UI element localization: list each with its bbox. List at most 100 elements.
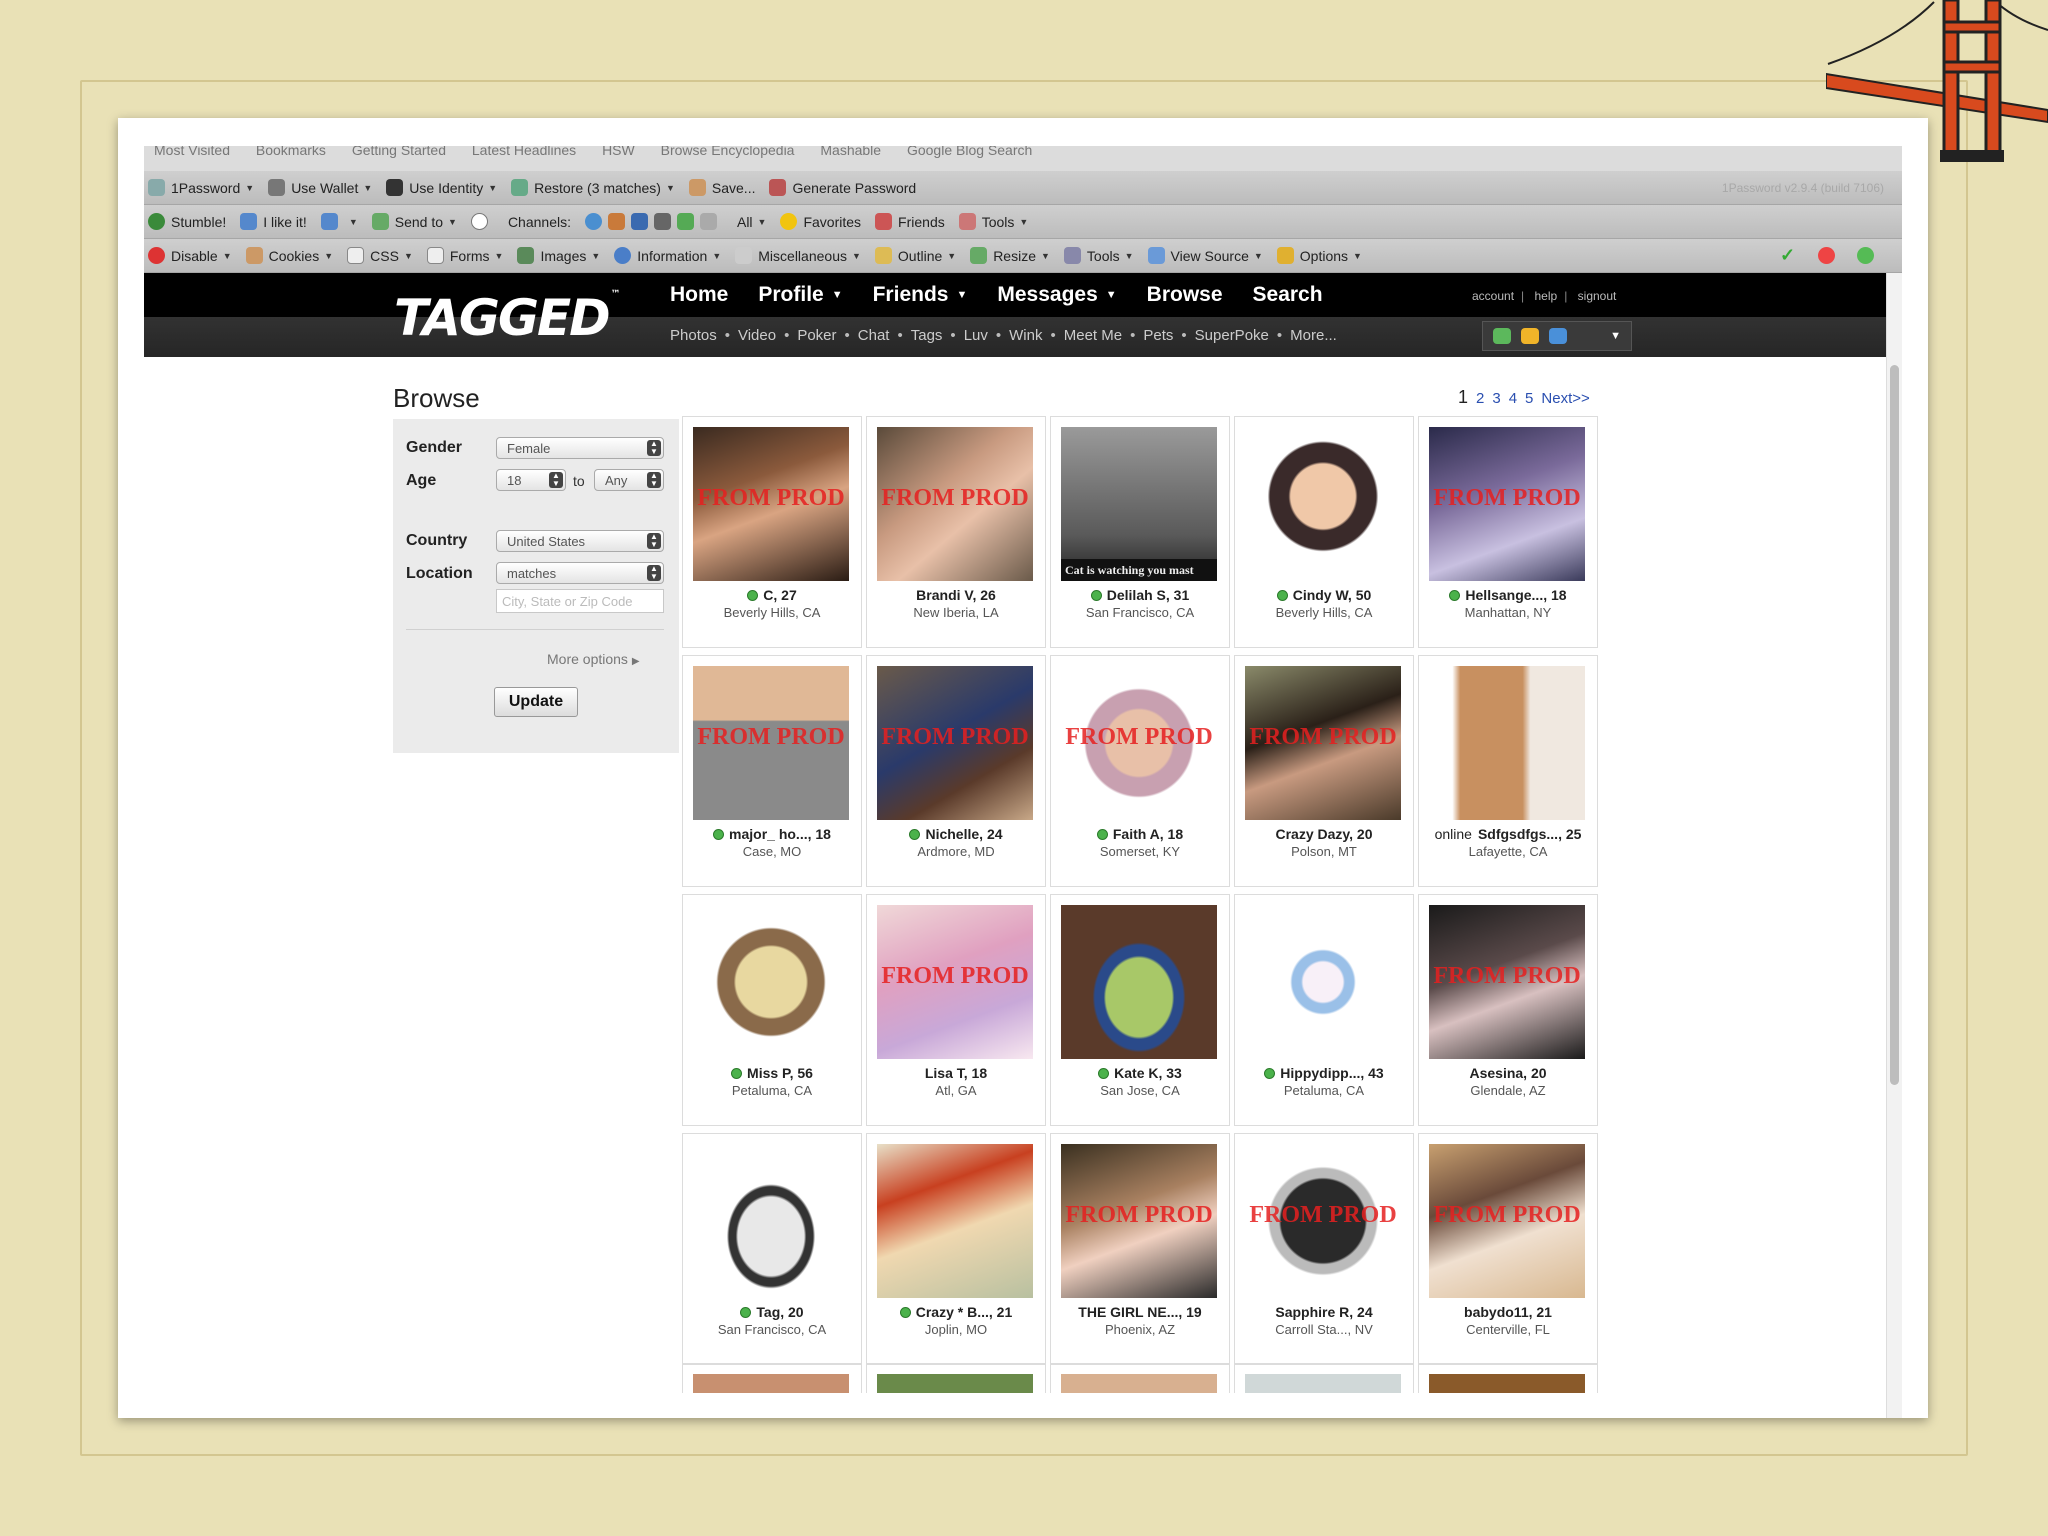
channel-icons[interactable] <box>584 213 723 230</box>
profile-card[interactable]: Cat is watching you mast Delilah S, 31 San… <box>1050 416 1230 648</box>
wd-view-source-menu[interactable]: View Source ▼ <box>1147 247 1263 264</box>
nav-search[interactable]: Search <box>1253 283 1323 307</box>
profile-photo[interactable] <box>877 1144 1033 1298</box>
photo-icon[interactable] <box>630 213 648 230</box>
profile-photo[interactable]: FROM PROD <box>1429 1144 1585 1298</box>
update-button[interactable]: Update <box>494 687 578 717</box>
profile-card[interactable] <box>1050 1363 1230 1393</box>
restore-button[interactable]: Restore (3 matches) ▼ <box>511 179 675 196</box>
profile-name[interactable]: Faith A, 18 <box>1051 826 1229 842</box>
profile-card[interactable]: FROM PROD Hellsange..., 18 Manhattan, NY <box>1418 416 1598 648</box>
profile-name[interactable]: Tag, 20 <box>683 1304 861 1320</box>
location-input[interactable]: City, State or Zip Code <box>496 589 664 613</box>
wd-disable-menu[interactable]: Disable ▼ <box>148 247 232 264</box>
page-link-3[interactable]: 3 <box>1492 390 1500 407</box>
profile-card[interactable]: FROM PROD Faith A, 18 Somerset, KY <box>1050 655 1230 887</box>
profile-card[interactable]: FROM PROD Asesina, 20 Glendale, AZ <box>1418 894 1598 1126</box>
profile-photo[interactable] <box>1429 666 1585 820</box>
profile-name[interactable]: Delilah S, 31 <box>1051 587 1229 603</box>
bookmark-item[interactable]: Getting Started <box>352 146 446 158</box>
use-wallet-button[interactable]: Use Wallet ▼ <box>268 179 372 196</box>
profile-photo[interactable]: Cat is watching you mast <box>1061 427 1217 581</box>
profile-photo[interactable]: FROM PROD <box>1429 427 1585 581</box>
wd-resize-menu[interactable]: Resize ▼ <box>970 247 1050 264</box>
next-page-link[interactable]: Next>> <box>1541 390 1589 407</box>
valid-icon[interactable] <box>1857 247 1874 264</box>
profile-card[interactable] <box>1418 1363 1598 1393</box>
location-select[interactable]: matches ▲ ▼ <box>496 562 664 584</box>
profile-card[interactable]: FROM PROD babydo11, 21 Centerville, FL <box>1418 1133 1598 1365</box>
profile-card[interactable]: FROM PROD Sapphire R, 24 Carroll Sta..., N… <box>1234 1133 1414 1365</box>
tagged-logo[interactable]: TAGGED ™ <box>394 289 621 347</box>
subnav-wink[interactable]: Wink <box>1009 327 1042 344</box>
profile-name[interactable]: Asesina, 20 <box>1419 1065 1597 1081</box>
profile-photo[interactable] <box>1245 905 1401 1059</box>
tag-icon[interactable] <box>699 213 717 230</box>
shuffle-icon[interactable] <box>676 213 694 230</box>
profile-photo[interactable] <box>877 1374 1033 1393</box>
profile-name[interactable]: THE GIRL NE..., 19 <box>1051 1304 1229 1320</box>
mail-icon[interactable] <box>1521 328 1539 344</box>
use-identity-button[interactable]: Use Identity ▼ <box>386 179 497 196</box>
profile-name[interactable]: Miss P, 56 <box>683 1065 861 1081</box>
profile-card[interactable]: Hippydipp..., 43 Petaluma, CA <box>1234 894 1414 1126</box>
account-link[interactable]: account <box>1472 289 1514 303</box>
subnav-tags[interactable]: Tags <box>911 327 943 344</box>
subnav-meet-me[interactable]: Meet Me <box>1064 327 1122 344</box>
profile-card[interactable]: online Sdfgsdfgs..., 25 Lafayette, CA <box>1418 655 1598 887</box>
age-min-select[interactable]: 18 ▲ ▼ <box>496 469 566 491</box>
profile-card[interactable]: FROM PROD Nichelle, 24 Ardmore, MD <box>866 655 1046 887</box>
subnav-video[interactable]: Video <box>738 327 776 344</box>
profile-photo[interactable] <box>1061 1374 1217 1393</box>
profile-photo[interactable] <box>1245 427 1401 581</box>
profile-card[interactable] <box>1234 1363 1414 1393</box>
bookmark-item[interactable]: Latest Headlines <box>472 146 576 158</box>
help-link[interactable]: help <box>1535 289 1558 303</box>
friends-button[interactable]: Friends <box>875 213 945 230</box>
subnav-chat[interactable]: Chat <box>858 327 890 344</box>
profile-photo[interactable]: FROM PROD <box>1245 666 1401 820</box>
profile-card[interactable]: Tag, 20 San Francisco, CA <box>682 1133 862 1365</box>
bookmark-item[interactable]: Bookmarks <box>256 146 326 158</box>
wd-miscellaneous-menu[interactable]: Miscellaneous ▼ <box>735 247 861 264</box>
profile-name[interactable]: Sapphire R, 24 <box>1235 1304 1413 1320</box>
wd-options-menu[interactable]: Options ▼ <box>1276 247 1362 264</box>
age-max-select[interactable]: Any ▲ ▼ <box>594 469 664 491</box>
profile-card[interactable]: Miss P, 56 Petaluma, CA <box>682 894 862 1126</box>
wd-cookies-menu[interactable]: Cookies ▼ <box>245 247 333 264</box>
profile-photo[interactable]: FROM PROD <box>1061 1144 1217 1298</box>
subnav-luv[interactable]: Luv <box>964 327 988 344</box>
profile-card[interactable]: FROM PROD Brandi V, 26 New Iberia, LA <box>866 416 1046 648</box>
profile-card[interactable]: FROM PROD Crazy Dazy, 20 Polson, MT <box>1234 655 1414 887</box>
page-link-2[interactable]: 2 <box>1476 390 1484 407</box>
profile-card[interactable]: FROM PROD C, 27 Beverly Hills, CA <box>682 416 862 648</box>
chevron-down-icon[interactable]: ▼ <box>1610 330 1621 342</box>
profile-photo[interactable]: FROM PROD <box>1061 666 1217 820</box>
thumbs-down-button[interactable]: ▼ <box>320 213 358 230</box>
profile-name[interactable]: Crazy * B..., 21 <box>867 1304 1045 1320</box>
profile-photo[interactable]: FROM PROD <box>877 666 1033 820</box>
more-options-link[interactable]: More options ▶ <box>547 651 640 667</box>
bookmark-item[interactable]: Browse Encyclopedia <box>661 146 795 158</box>
profile-card[interactable] <box>682 1363 862 1393</box>
profile-photo[interactable]: FROM PROD <box>1429 905 1585 1059</box>
nav-profile[interactable]: Profile ▼ <box>758 283 842 307</box>
bookmarks-bar[interactable]: Most Visited Bookmarks Getting Started L… <box>144 146 1902 171</box>
profile-name[interactable]: major_ ho..., 18 <box>683 826 861 842</box>
profile-card[interactable]: FROM PROD THE GIRL NE..., 19 Phoenix, AZ <box>1050 1133 1230 1365</box>
bookmark-item[interactable]: HSW <box>602 146 635 158</box>
su-tools-button[interactable]: Tools ▼ <box>958 213 1028 230</box>
profile-card[interactable]: Kate K, 33 San Jose, CA <box>1050 894 1230 1126</box>
wd-information-menu[interactable]: Information ▼ <box>614 247 721 264</box>
bookmark-item[interactable]: Mashable <box>820 146 881 158</box>
wd-outline-menu[interactable]: Outline ▼ <box>874 247 956 264</box>
profile-card[interactable] <box>866 1363 1046 1393</box>
all-channels-dropdown[interactable]: All ▼ <box>737 214 766 230</box>
subnav-photos[interactable]: Photos <box>670 327 717 344</box>
profile-card[interactable]: FROM PROD Lisa T, 18 Atl, GA <box>866 894 1046 1126</box>
profile-photo[interactable]: FROM PROD <box>1245 1144 1401 1298</box>
bookmark-item[interactable]: Google Blog Search <box>907 146 1032 158</box>
profile-name[interactable]: Kate K, 33 <box>1051 1065 1229 1081</box>
send-to-button[interactable]: Send to ▼ <box>371 213 457 230</box>
profile-name[interactable]: babydo11, 21 <box>1419 1304 1597 1320</box>
